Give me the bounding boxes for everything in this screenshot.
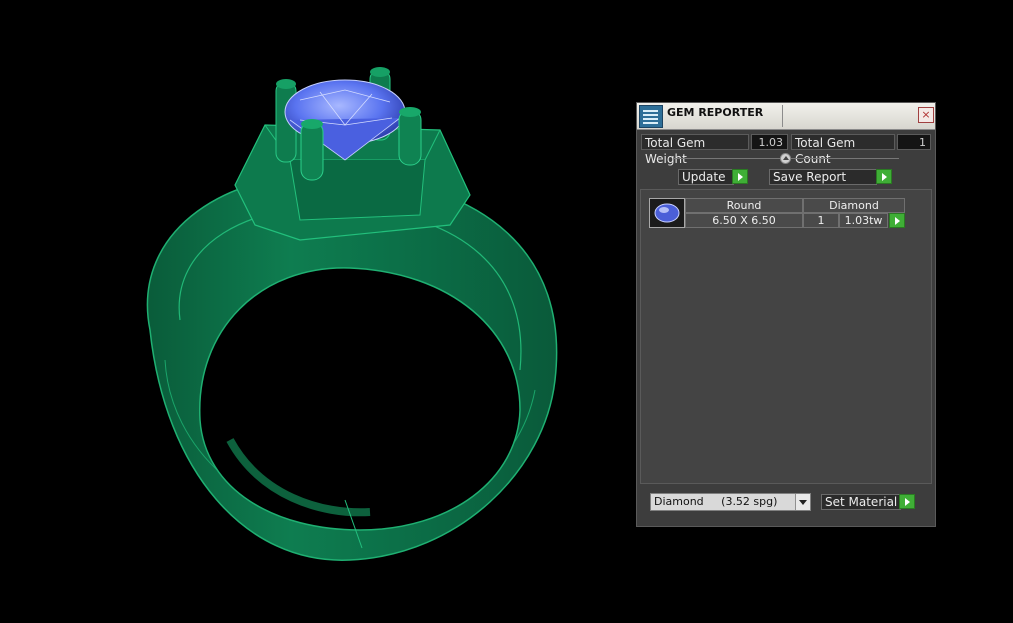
- gem-reporter-panel: GEM REPORTER × Total Gem Weight 1.03 Tot…: [636, 102, 936, 527]
- title-divider: [782, 105, 783, 127]
- material-select[interactable]: Diamond (3.52 spg): [650, 493, 811, 511]
- gem-reporter-app-icon: [639, 105, 663, 128]
- gem-row-go-icon[interactable]: [889, 213, 905, 228]
- update-button[interactable]: Update: [678, 169, 734, 185]
- close-icon[interactable]: ×: [918, 107, 934, 123]
- panel-title: GEM REPORTER: [667, 106, 764, 119]
- gem-material-header: Diamond: [803, 198, 905, 213]
- gem-weight-cell: 1.03tw: [839, 213, 888, 228]
- gem-count-cell: 1: [803, 213, 839, 228]
- gem-shape-header: Round: [685, 198, 803, 213]
- title-bar[interactable]: GEM REPORTER ×: [637, 103, 935, 130]
- gem-size-cell: 6.50 X 6.50: [685, 213, 803, 228]
- update-go-icon[interactable]: [732, 169, 748, 184]
- total-gem-count-value: 1: [897, 134, 931, 150]
- save-report-go-icon[interactable]: [876, 169, 892, 184]
- gem-report-list: Round Diamond 6.50 X 6.50 1 1.03tw: [640, 189, 932, 484]
- total-gem-weight-value: 1.03: [751, 134, 788, 150]
- set-material-button[interactable]: Set Material: [821, 494, 901, 510]
- 3d-viewport[interactable]: [0, 0, 620, 623]
- chevron-down-icon[interactable]: [795, 494, 810, 510]
- set-material-go-icon[interactable]: [899, 494, 915, 509]
- total-gem-count-label: Total Gem Count: [791, 134, 895, 166]
- material-select-value: Diamond (3.52 spg): [654, 495, 778, 508]
- ring-model: [146, 67, 558, 561]
- save-report-button[interactable]: Save Report: [769, 169, 877, 185]
- splitter-handle-icon[interactable]: [780, 153, 791, 164]
- total-gem-weight-label: Total Gem Weight: [641, 134, 749, 166]
- round-gem-thumbnail-icon[interactable]: [649, 198, 685, 228]
